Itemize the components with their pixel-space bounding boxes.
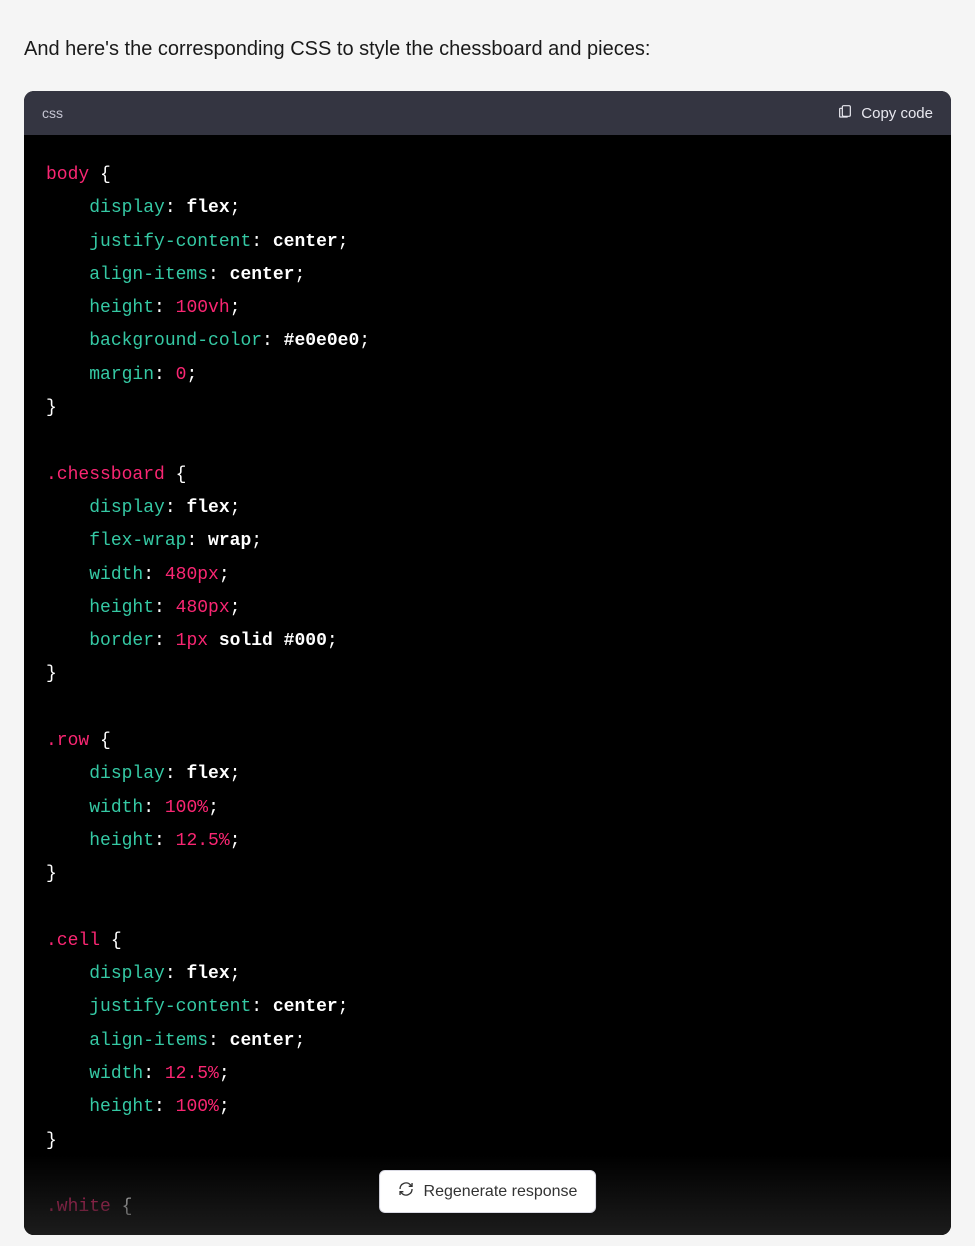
code-body[interactable]: body { display: flex; justify-content: c… bbox=[24, 135, 951, 1235]
code-header: css Copy code bbox=[24, 91, 951, 135]
intro-text: And here's the corresponding CSS to styl… bbox=[24, 38, 951, 61]
copy-code-button[interactable]: Copy code bbox=[837, 102, 933, 124]
clipboard-icon bbox=[837, 102, 853, 124]
copy-code-label: Copy code bbox=[861, 105, 933, 122]
regenerate-response-button[interactable]: Regenerate response bbox=[379, 1170, 597, 1213]
code-block: css Copy code body { display: flex; just… bbox=[24, 91, 951, 1235]
code-language-label: css bbox=[42, 105, 63, 121]
regenerate-response-label: Regenerate response bbox=[424, 1183, 578, 1201]
refresh-icon bbox=[398, 1181, 414, 1202]
